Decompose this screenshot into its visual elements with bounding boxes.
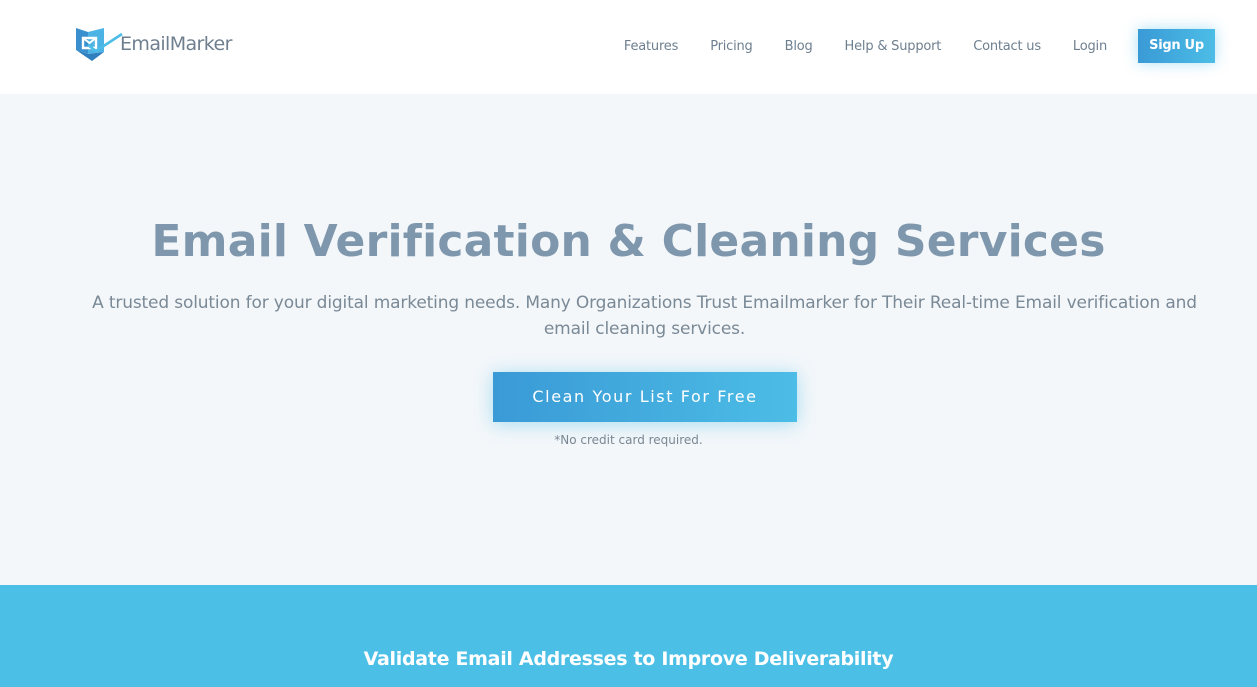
hero-title: Email Verification & Cleaning Services [151,216,1106,267]
nav-pricing[interactable]: Pricing [710,39,753,54]
main-nav: Features Pricing Blog Help & Support Con… [624,29,1215,63]
nav-help-support[interactable]: Help & Support [845,39,942,54]
site-header: EmailMarker Features Pricing Blog Help &… [0,0,1257,94]
no-credit-card-note: *No credit card required. [554,433,703,447]
logo-text: EmailMarker [120,33,232,55]
hero-subtitle: A trusted solution for your digital mark… [92,293,1197,339]
nav-features[interactable]: Features [624,39,679,54]
deliverability-section: Validate Email Addresses to Improve Deli… [0,585,1257,687]
logo-link[interactable]: EmailMarker [74,24,232,64]
logo-icon [74,24,124,64]
nav-blog[interactable]: Blog [785,39,813,54]
nav-contact-us[interactable]: Contact us [973,39,1041,54]
nav-login[interactable]: Login [1073,39,1107,54]
sign-up-button[interactable]: Sign Up [1138,29,1215,63]
section-title: Validate Email Addresses to Improve Deli… [363,648,894,670]
hero-section: Email Verification & Cleaning Services A… [0,94,1257,585]
clean-list-cta-button[interactable]: Clean Your List For Free [493,372,797,422]
